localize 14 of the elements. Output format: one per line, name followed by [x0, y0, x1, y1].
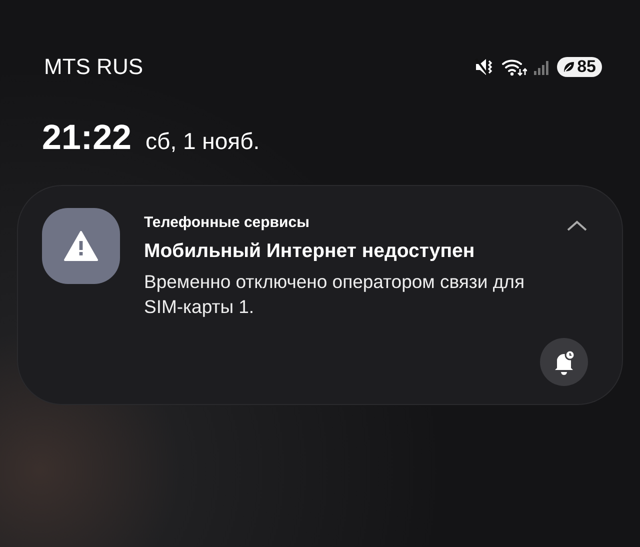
collapse-chevron-icon[interactable]: [566, 220, 588, 232]
battery-percent: 85: [577, 59, 596, 75]
notification-title: Мобильный Интернет недоступен: [144, 240, 476, 263]
notification-body: Временно отключено оператором связи для SIM-карты 1.: [144, 270, 526, 319]
wifi-icon: [501, 57, 528, 77]
leaf-icon: [562, 60, 576, 74]
clock-date: сб, 1 нояб.: [146, 128, 260, 155]
app-name: Телефонные сервисы: [144, 214, 310, 231]
notification-card[interactable]: Телефонные сервисы Мобильный Интернет недоступен Временно отключено оператором связи для SIM-карты 1.: [18, 186, 622, 404]
signal-icon: [533, 58, 552, 76]
warning-icon: [64, 231, 98, 261]
snooze-button[interactable]: [540, 338, 588, 386]
clock-time: 21:22: [42, 118, 132, 158]
carrier-name: MTS RUS: [44, 54, 143, 80]
